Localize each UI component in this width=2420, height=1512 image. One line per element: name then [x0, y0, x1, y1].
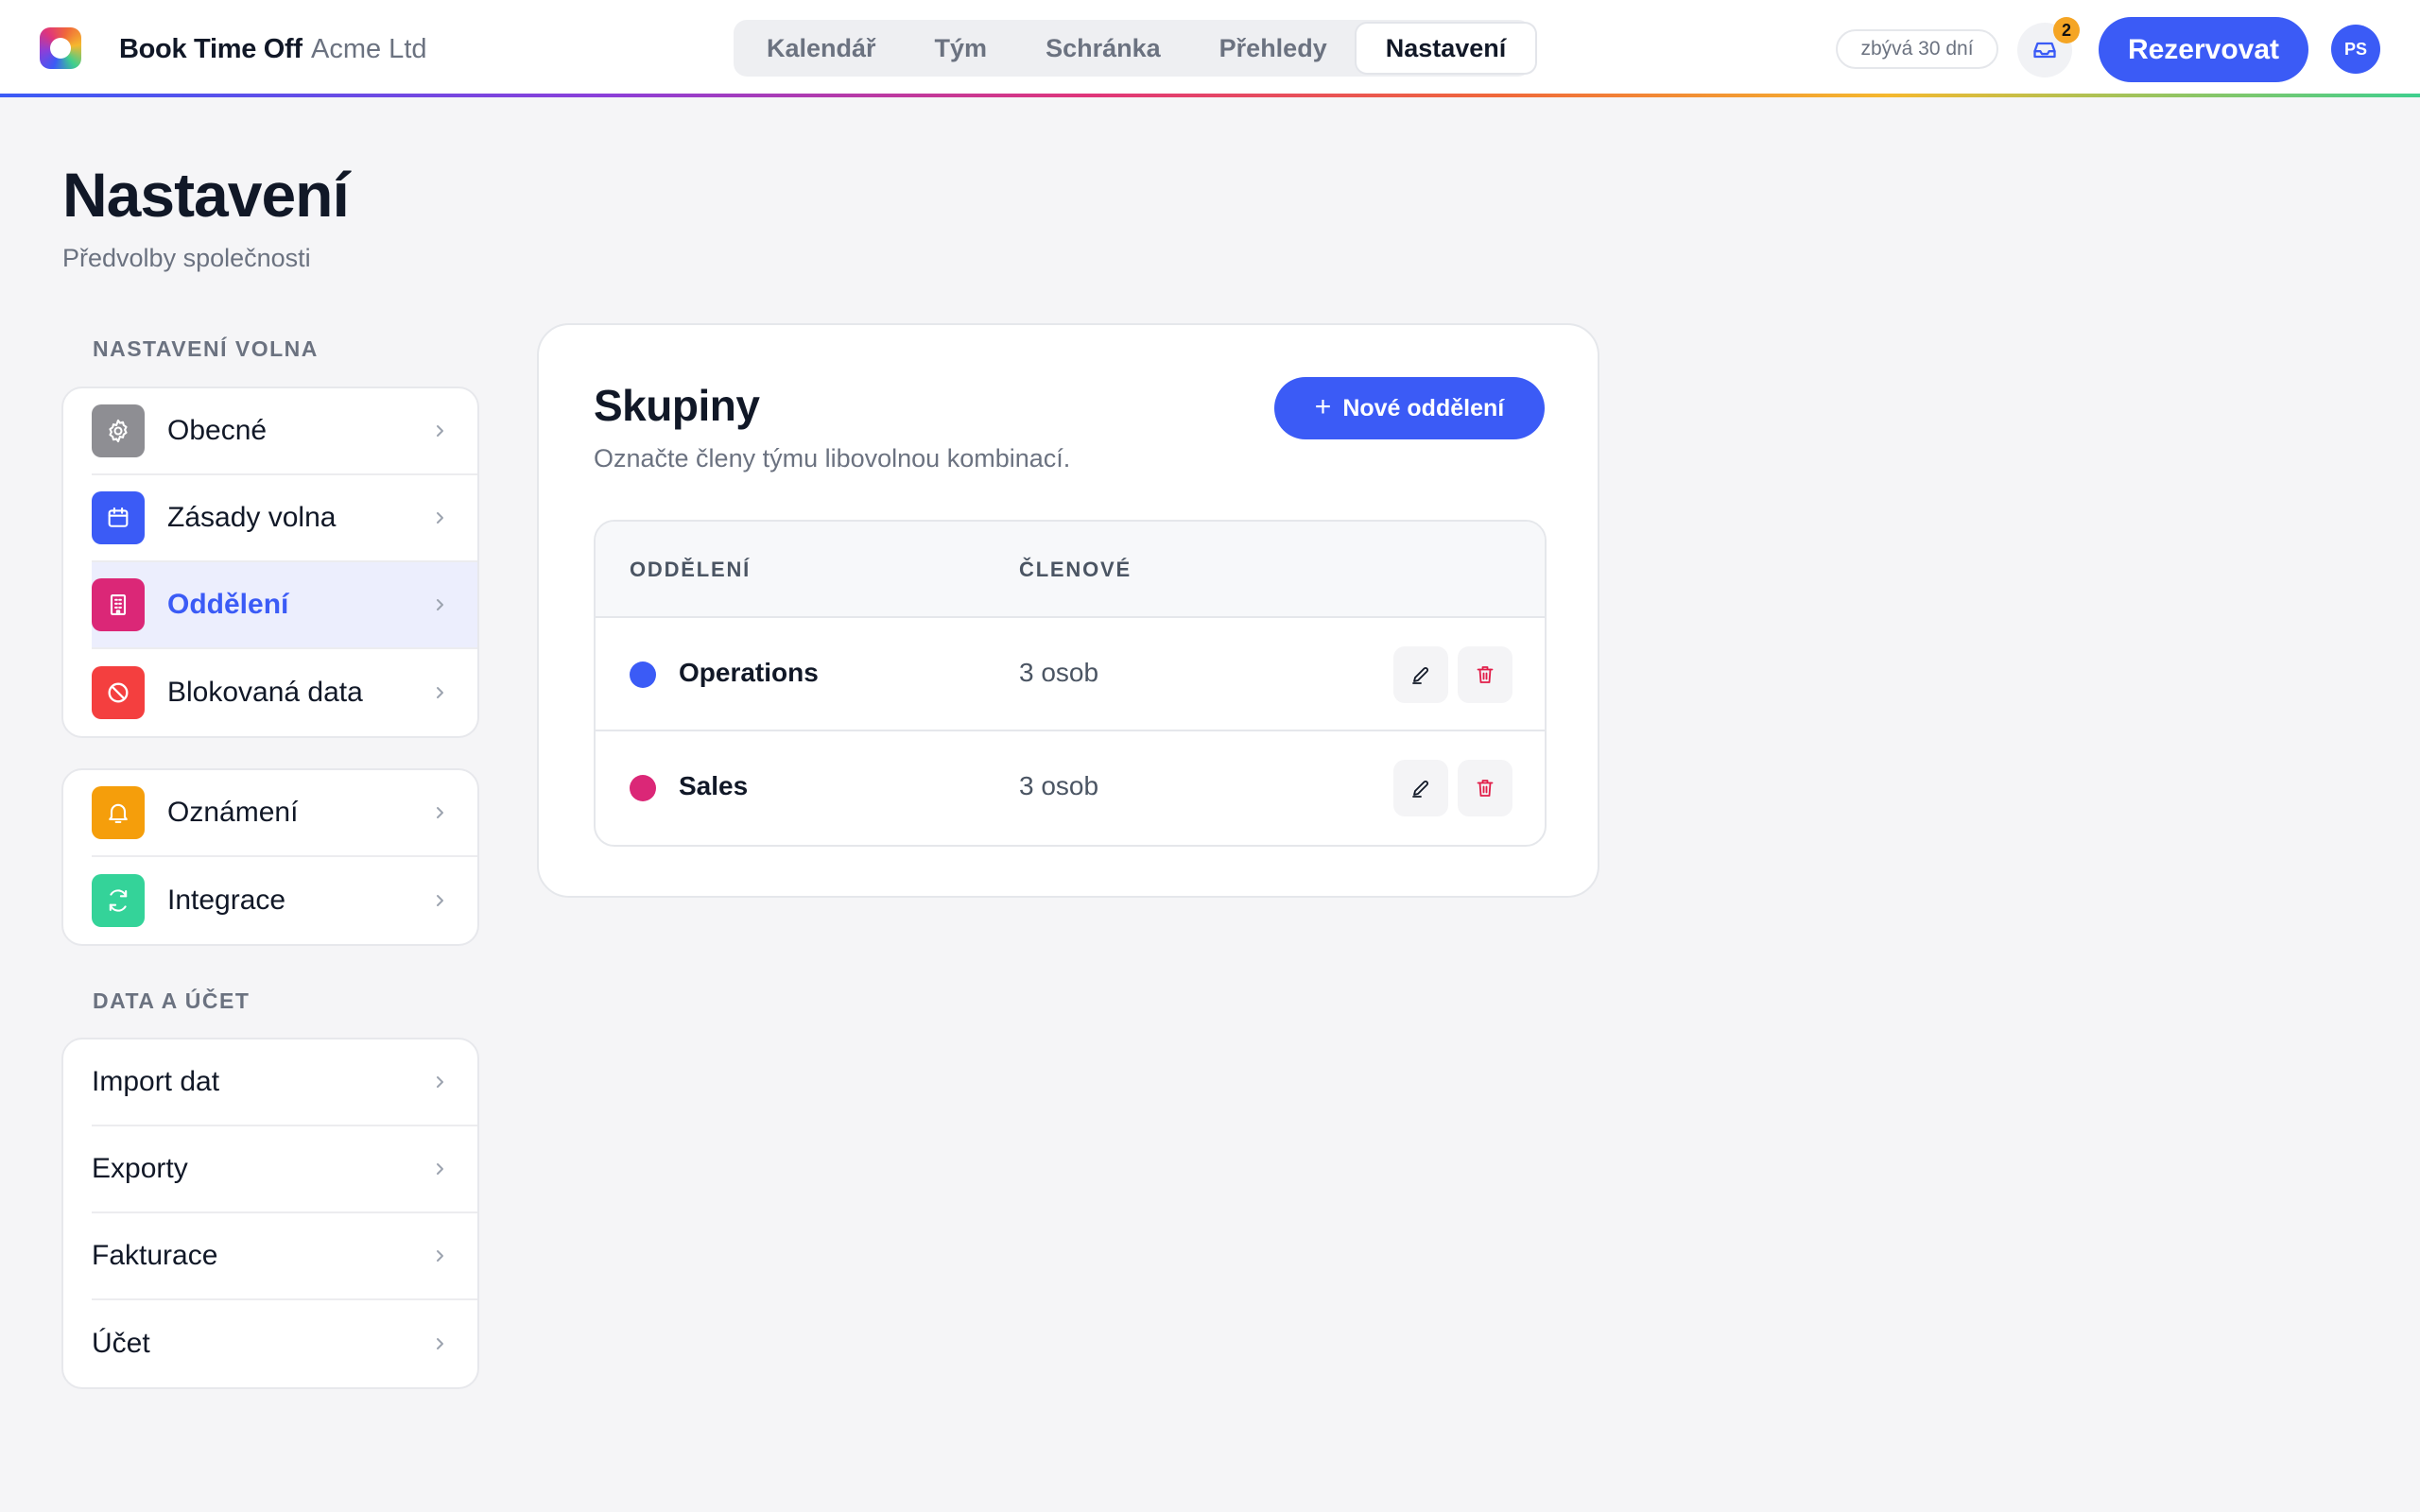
- sidebar-item-label: Blokovaná data: [167, 677, 363, 708]
- sidebar-item-departments[interactable]: Oddělení: [92, 562, 477, 649]
- sidebar-item-blocked-dates[interactable]: Blokovaná data: [92, 649, 477, 736]
- book-button[interactable]: Rezervovat: [2099, 17, 2308, 82]
- chevron-right-icon: [437, 1250, 443, 1262]
- settings-nav-group-3: Import dat Exporty Fakturace Účet: [61, 1038, 479, 1389]
- departments-panel: Skupiny Označte členy týmu libovolnou ko…: [537, 323, 1599, 898]
- column-header-department: ODDĚLENÍ: [630, 558, 752, 581]
- page-subtitle: Předvolby společnosti: [62, 244, 311, 272]
- trial-badge[interactable]: zbývá 30 dní: [1836, 29, 1998, 69]
- block-icon: [92, 666, 145, 719]
- header-gradient-divider: [0, 94, 2420, 97]
- sidebar-item-integrations[interactable]: Integrace: [92, 857, 477, 944]
- chevron-right-icon: [437, 1076, 443, 1088]
- chevron-right-icon: [437, 425, 443, 437]
- gear-icon: [92, 404, 145, 457]
- member-count: 3 osob: [1019, 771, 1099, 800]
- trash-icon: [1477, 666, 1494, 683]
- inbox-icon: [2033, 42, 2056, 59]
- sidebar-item-account[interactable]: Účet: [92, 1300, 477, 1387]
- delete-button[interactable]: [1458, 646, 1512, 703]
- chevron-right-icon: [437, 687, 443, 698]
- top-bar: Book Time Off Acme Ltd Kalendář Tým Schr…: [0, 0, 2420, 97]
- chevron-right-icon: [437, 599, 443, 610]
- settings-nav-group-2: Oznámení Integrace: [61, 768, 479, 946]
- new-department-button[interactable]: + Nové oddělení: [1274, 377, 1545, 439]
- column-header-members: ČLENOVÉ: [1019, 558, 1132, 581]
- section-label-time-off-settings: NASTAVENÍ VOLNA: [93, 336, 319, 361]
- edit-button[interactable]: [1393, 760, 1448, 816]
- sidebar-item-label: Účet: [92, 1328, 150, 1359]
- department-color-dot: [630, 662, 656, 688]
- pencil-icon: [1412, 667, 1428, 684]
- department-name: Sales: [679, 771, 749, 800]
- edit-button[interactable]: [1393, 646, 1448, 703]
- notification-count-badge: 2: [2053, 17, 2080, 43]
- sidebar-item-exports[interactable]: Exporty: [92, 1126, 477, 1213]
- member-count: 3 osob: [1019, 658, 1099, 687]
- sidebar-item-label: Import dat: [92, 1066, 220, 1097]
- bell-icon: [92, 786, 145, 839]
- trash-icon: [1477, 780, 1494, 797]
- main-nav-tabs: Kalendář Tým Schránka Přehledy Nastavení: [734, 20, 1536, 77]
- table-header: ODDĚLENÍ ČLENOVÉ: [596, 522, 1545, 618]
- calendar-icon: [92, 491, 145, 544]
- table-row: Sales 3 osob: [596, 731, 1545, 845]
- pencil-icon: [1412, 781, 1428, 798]
- sync-icon: [92, 874, 145, 927]
- tab-reports[interactable]: Přehledy: [1190, 24, 1357, 73]
- department-name: Operations: [679, 658, 819, 687]
- sidebar-item-label: Fakturace: [92, 1240, 218, 1271]
- brand-name: Book Time Off: [119, 34, 302, 64]
- settings-nav-group-1: Obecné Zásady volna Oddělení Blokovaná d…: [61, 387, 479, 738]
- sidebar-item-label: Oddělení: [167, 589, 289, 620]
- tab-calendar[interactable]: Kalendář: [737, 24, 906, 73]
- panel-title: Skupiny: [594, 381, 760, 430]
- chevron-right-icon: [437, 1163, 443, 1175]
- sidebar-item-label: Oznámení: [167, 797, 299, 828]
- new-department-label: Nové oddělení: [1342, 394, 1505, 421]
- sidebar-item-notifications[interactable]: Oznámení: [92, 770, 477, 857]
- tab-team[interactable]: Tým: [906, 24, 1017, 73]
- sidebar-item-label: Obecné: [167, 415, 268, 446]
- section-label-data-account: DATA A ÚČET: [93, 988, 251, 1013]
- sidebar-item-label: Integrace: [167, 885, 286, 916]
- sidebar-item-billing[interactable]: Fakturace: [92, 1213, 477, 1300]
- company-name: Acme Ltd: [311, 34, 427, 64]
- panel-subtitle: Označte členy týmu libovolnou kombinací.: [594, 444, 1071, 472]
- sidebar-item-import-data[interactable]: Import dat: [92, 1040, 477, 1126]
- sidebar-item-general[interactable]: Obecné: [92, 388, 477, 475]
- sidebar-item-label: Zásady volna: [167, 502, 337, 533]
- app-logo-icon[interactable]: [40, 27, 81, 69]
- tab-settings[interactable]: Nastavení: [1356, 24, 1536, 73]
- page-title: Nastavení: [62, 160, 350, 230]
- plus-icon: +: [1314, 390, 1332, 422]
- tab-inbox[interactable]: Schránka: [1016, 24, 1190, 73]
- department-color-dot: [630, 775, 656, 801]
- departments-table: ODDĚLENÍ ČLENOVÉ Operations 3 osob Sales…: [594, 520, 1547, 847]
- chevron-right-icon: [437, 1338, 443, 1349]
- chevron-right-icon: [437, 895, 443, 906]
- sidebar-item-leave-policies[interactable]: Zásady volna: [92, 475, 477, 562]
- sidebar-item-label: Exporty: [92, 1153, 188, 1184]
- chevron-right-icon: [437, 512, 443, 524]
- delete-button[interactable]: [1458, 760, 1512, 816]
- chevron-right-icon: [437, 807, 443, 818]
- building-icon: [92, 578, 145, 631]
- table-row: Operations 3 osob: [596, 618, 1545, 731]
- user-avatar[interactable]: PS: [2331, 25, 2380, 74]
